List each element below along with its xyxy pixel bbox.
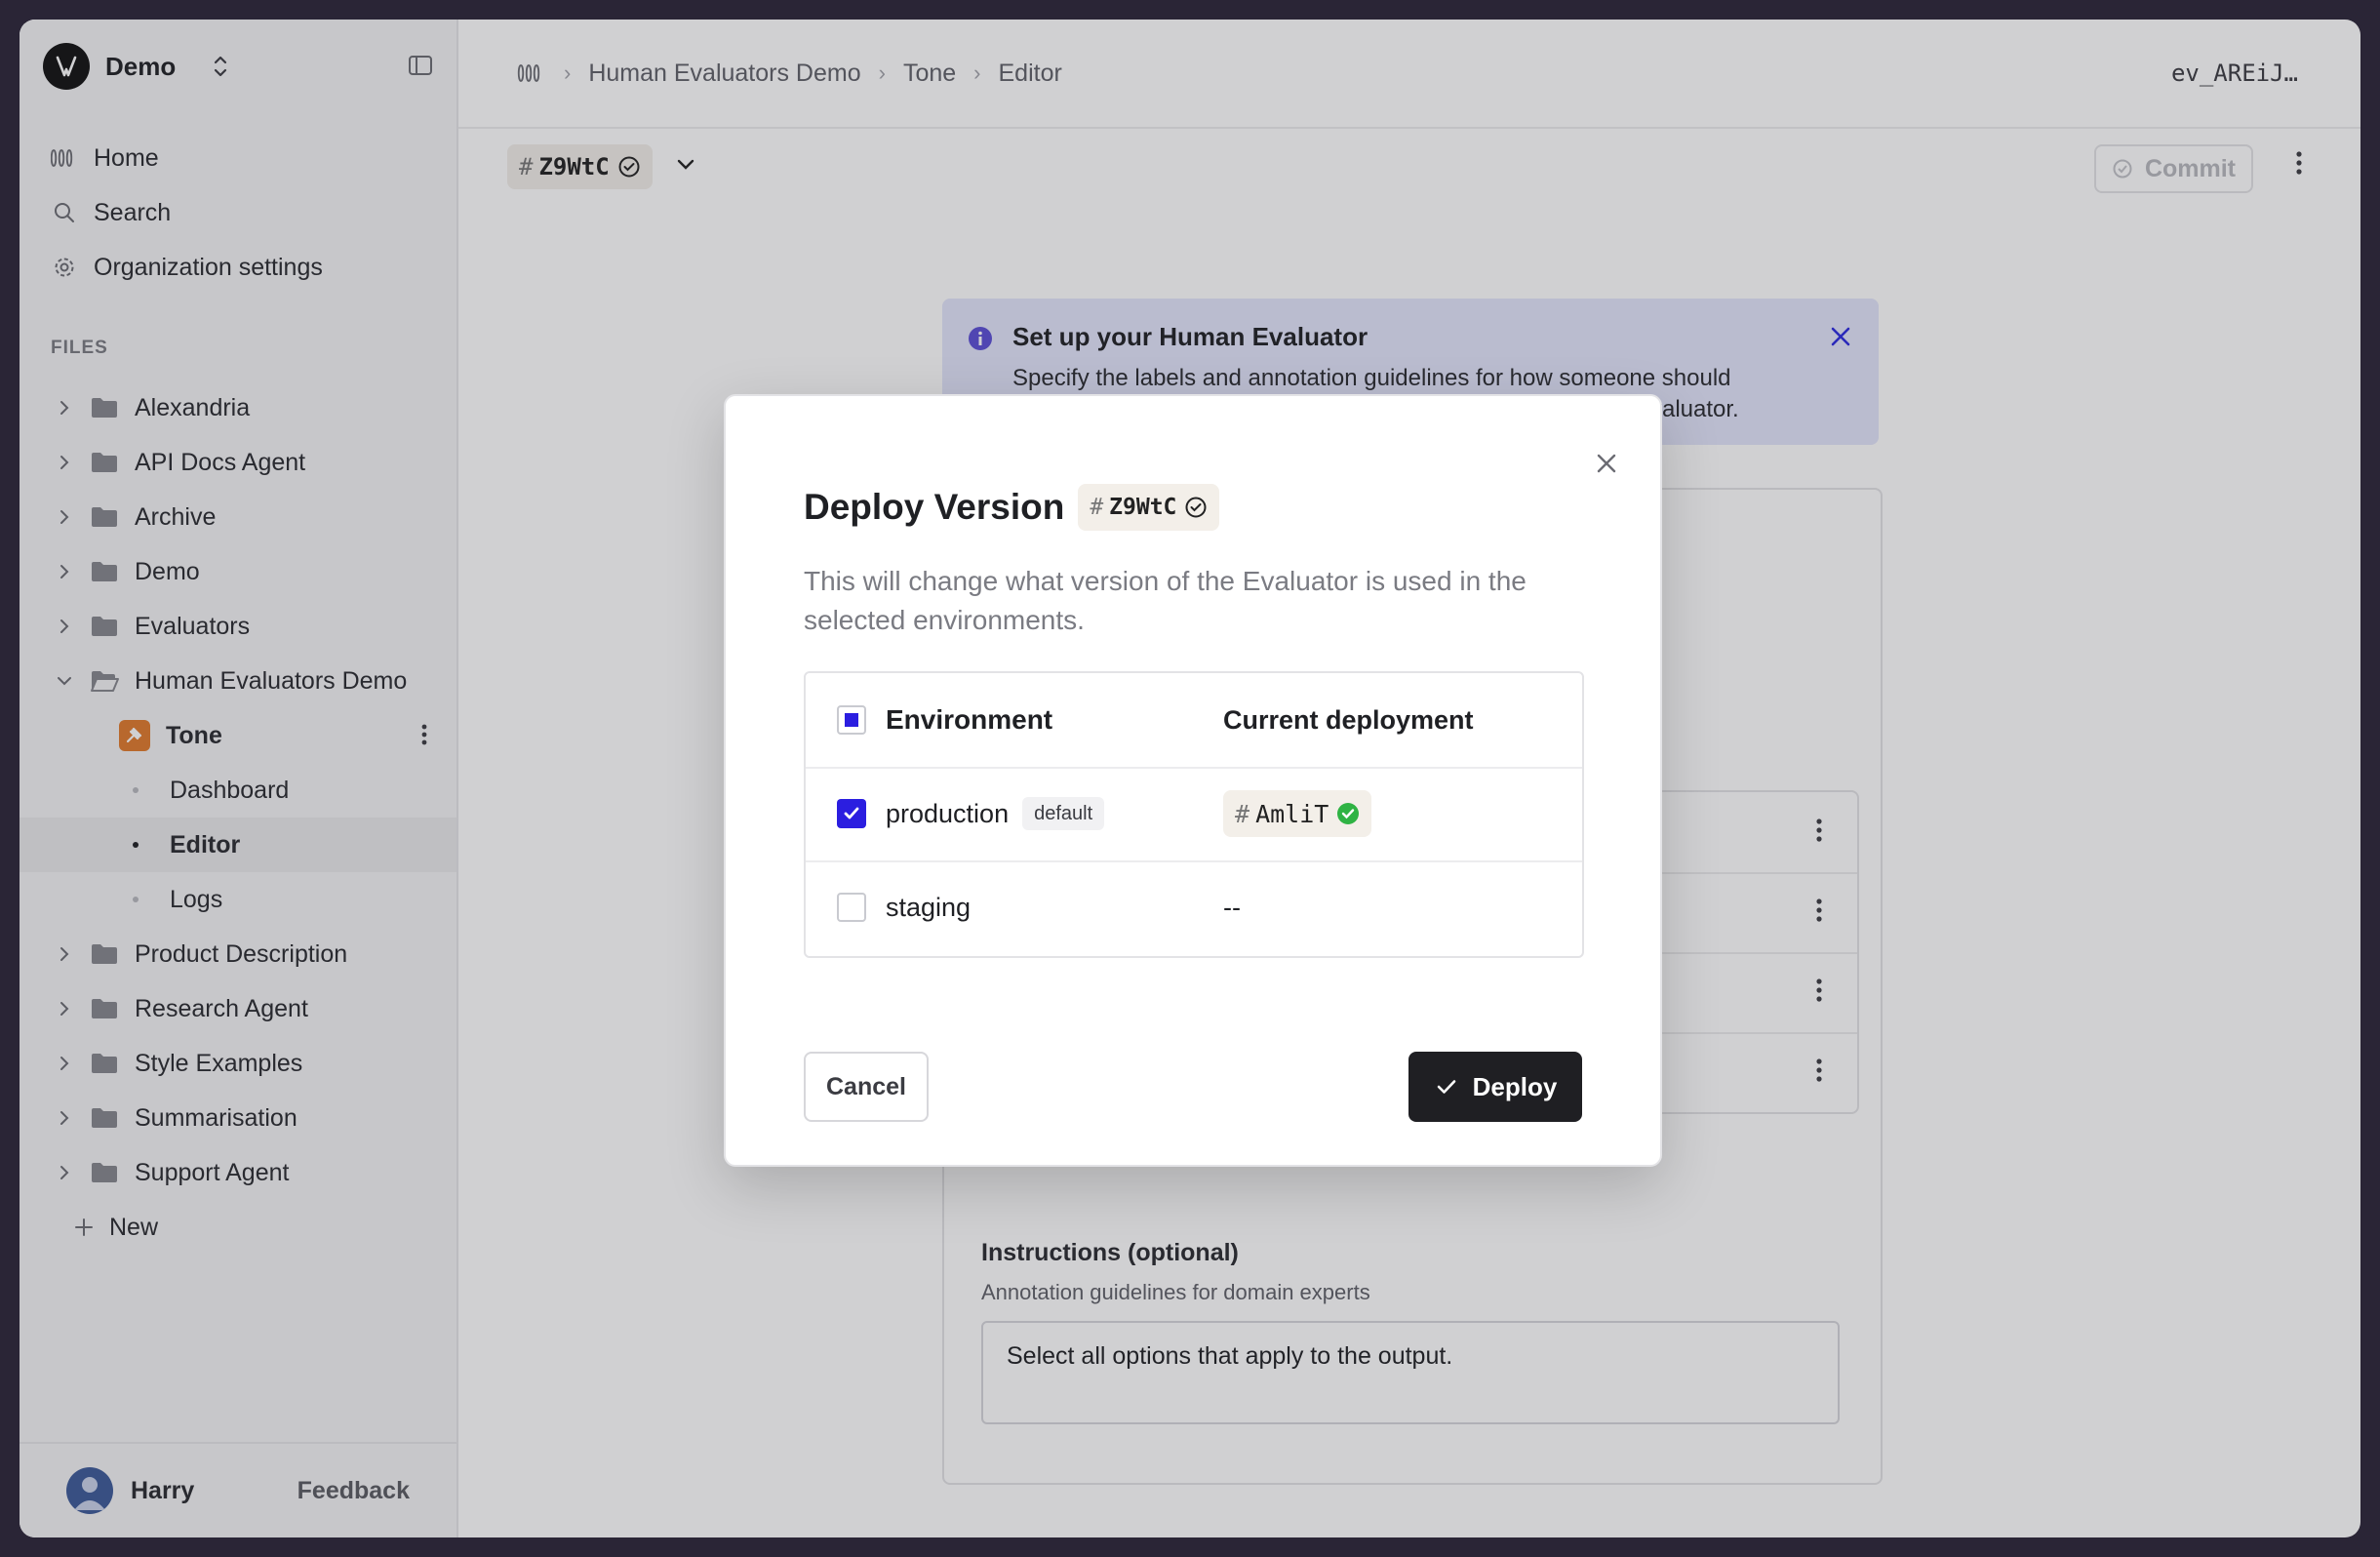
deployment-version-badge[interactable]: # AmliT xyxy=(1223,790,1372,837)
select-all-checkbox[interactable] xyxy=(837,705,866,735)
checkmark-icon xyxy=(844,807,859,819)
deploy-label: Deploy xyxy=(1472,1071,1558,1101)
deploy-button[interactable]: Deploy xyxy=(1408,1052,1582,1122)
version-id: Z9WtC xyxy=(1109,495,1177,520)
dialog-title: Deploy Version xyxy=(804,487,1065,527)
table-row[interactable]: staging -- xyxy=(806,860,1582,954)
production-checkbox[interactable] xyxy=(837,799,866,828)
environment-name: staging xyxy=(886,893,971,923)
environment-label: production xyxy=(886,798,1010,828)
column-header-current-deployment: Current deployment xyxy=(1223,704,1474,735)
current-deployment-cell: # AmliT xyxy=(1223,790,1372,837)
hash-symbol: # xyxy=(1235,799,1250,828)
hash-symbol: # xyxy=(1090,495,1104,520)
staging-checkbox[interactable] xyxy=(837,893,866,922)
version-badge: # Z9WtC xyxy=(1078,484,1220,531)
table-header-row: Environment Current deployment xyxy=(806,673,1582,769)
environment-name: production default xyxy=(886,797,1105,830)
close-icon[interactable] xyxy=(1594,451,1619,481)
app-window: Demo Home Search Organization settings F… xyxy=(20,20,2360,1537)
environment-table: Environment Current deployment productio… xyxy=(804,671,1584,958)
deployment-version-id: AmliT xyxy=(1255,799,1329,828)
environment-label: staging xyxy=(886,892,972,922)
column-header-environment: Environment xyxy=(886,704,1053,735)
dialog-description: This will change what version of the Eva… xyxy=(804,566,1527,635)
cancel-button[interactable]: Cancel xyxy=(804,1052,929,1122)
current-deployment-cell: -- xyxy=(1223,892,1241,922)
dialog-title-row: Deploy Version # Z9WtC xyxy=(804,484,1220,531)
table-row[interactable]: production default # AmliT xyxy=(806,767,1582,862)
deploy-version-dialog: Deploy Version # Z9WtC This will change … xyxy=(724,394,1662,1167)
checkmark-icon xyxy=(1437,1080,1455,1094)
check-circle-icon xyxy=(1184,496,1208,519)
check-circle-filled-icon xyxy=(1336,802,1360,825)
default-badge: default xyxy=(1022,797,1105,830)
